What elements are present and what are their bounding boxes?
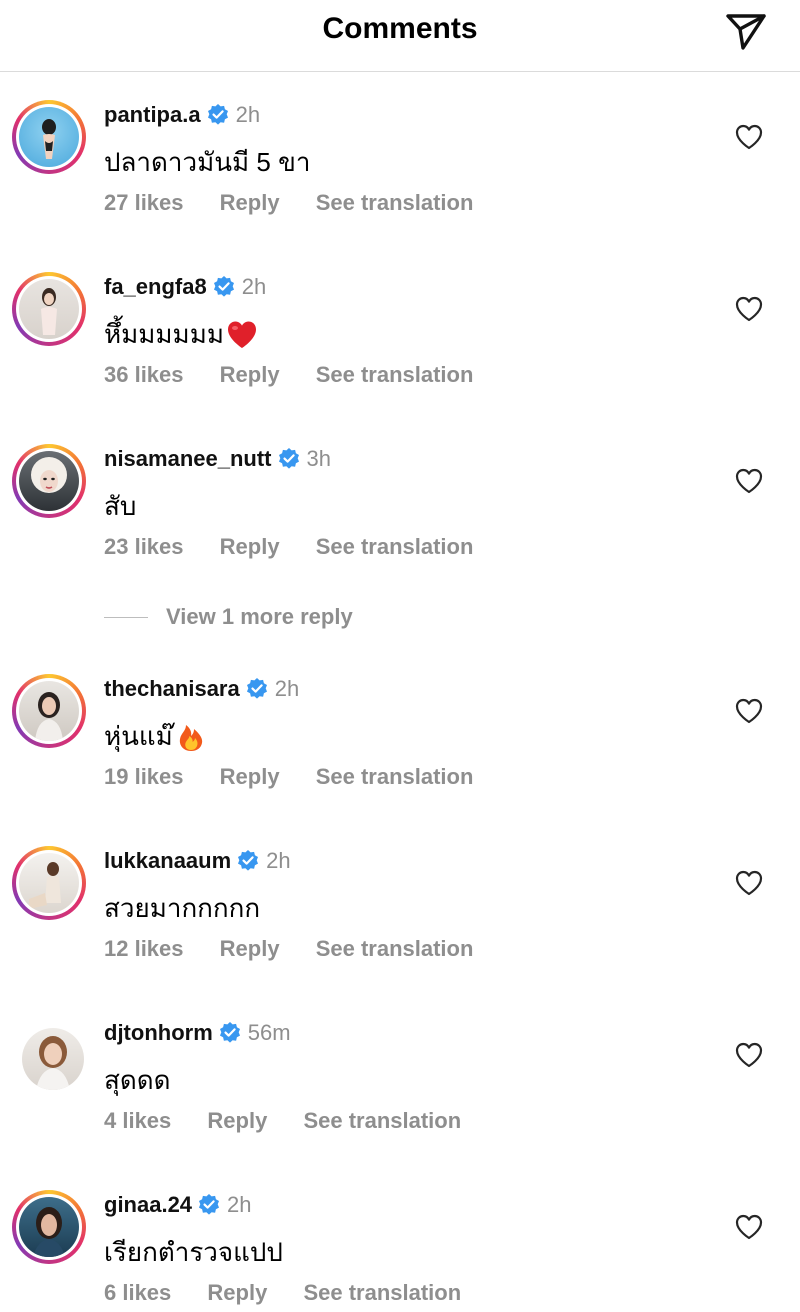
comment-text: สุดดด [104,1065,171,1095]
comment-item: fa_engfa8 2h หึ้มมมมมม 36 likes Reply Se… [0,244,800,394]
verified-badge-icon [198,1194,221,1216]
reply-button[interactable]: Reply [220,764,280,789]
see-translation-button[interactable]: See translation [303,1108,461,1133]
comment-text: สับ [104,491,137,521]
username[interactable]: ginaa.24 [104,1192,192,1218]
comment-text: หุ่นแม๊ [104,721,173,751]
username[interactable]: nisamanee_nutt [104,446,272,472]
comment-text: ปลาดาวมันมี 5 ขา [104,147,311,177]
comment-time: 56m [247,1020,291,1045]
username[interactable]: lukkanaaum [104,848,231,874]
comment-item: pantipa.a 2h ปลาดาวมันมี 5 ขา 27 likes R… [0,72,800,222]
see-translation-button[interactable]: See translation [316,362,474,387]
avatar[interactable] [12,444,86,518]
view-more-replies-label: View 1 more reply [166,604,353,629]
see-translation-button[interactable]: See translation [303,1280,461,1305]
likes-count[interactable]: 23 likes [104,534,184,559]
avatar[interactable] [12,1190,86,1264]
heart-icon[interactable] [734,868,764,898]
username[interactable]: fa_engfa8 [104,274,207,300]
see-translation-button[interactable]: See translation [316,534,474,559]
likes-count[interactable]: 6 likes [104,1280,171,1305]
comment-text: หึ้มมมมมม [104,319,224,349]
likes-count[interactable]: 36 likes [104,362,184,387]
avatar[interactable] [12,1018,86,1092]
avatar[interactable] [12,272,86,346]
reply-button[interactable]: Reply [220,534,280,559]
likes-count[interactable]: 12 likes [104,936,184,961]
comment-time: 3h [306,446,331,471]
heart-icon[interactable] [734,696,764,726]
comment-item: thechanisara 2h หุ่นแม๊ 19 likes Reply S… [0,646,800,796]
comment-item: lukkanaaum 2h สวยมากกกกก 12 likes Reply … [0,818,800,968]
likes-count[interactable]: 4 likes [104,1108,171,1133]
comment-text: สวยมากกกกก [104,893,261,923]
reply-button[interactable]: Reply [207,1108,267,1133]
see-translation-button[interactable]: See translation [316,936,474,961]
comment-item: djtonhorm 56m สุดดด 4 likes Reply See tr… [0,990,800,1140]
paper-plane-icon[interactable] [722,8,770,52]
heart-icon[interactable] [734,122,764,152]
verified-badge-icon [237,850,260,872]
avatar[interactable] [12,674,86,748]
avatar[interactable] [12,100,86,174]
heart-icon[interactable] [734,466,764,496]
reply-button[interactable]: Reply [220,362,280,387]
heart-icon[interactable] [734,1040,764,1070]
comment-item: ginaa.24 2h เรียกตำรวจแปป 6 likes Reply … [0,1162,800,1312]
comment-time: 2h [266,848,291,873]
verified-badge-icon [218,1022,241,1044]
fire-emoji [179,724,203,751]
comment-time: 2h [227,1192,252,1217]
avatar[interactable] [12,846,86,920]
reply-button[interactable]: Reply [207,1280,267,1305]
header-bar: Comments [0,0,800,72]
reply-button[interactable]: Reply [220,936,280,961]
likes-count[interactable]: 19 likes [104,764,184,789]
red-heart-emoji [227,321,256,348]
comment-text: เรียกตำรวจแปป [104,1237,283,1267]
divider [104,616,148,618]
verified-badge-icon [277,448,300,470]
reply-button[interactable]: Reply [220,190,280,215]
comment-item: nisamanee_nutt 3h สับ 23 likes Reply See… [0,416,800,566]
verified-badge-icon [212,276,235,298]
see-translation-button[interactable]: See translation [316,764,474,789]
comment-time: 2h [274,676,300,701]
heart-icon[interactable] [734,294,764,324]
view-more-replies-button[interactable]: View 1 more reply [104,602,353,632]
verified-badge-icon [206,104,229,126]
username[interactable]: thechanisara [104,676,240,702]
username[interactable]: djtonhorm [104,1020,213,1046]
comment-time: 2h [235,102,261,127]
see-translation-button[interactable]: See translation [316,190,474,215]
comment-time: 2h [241,274,267,299]
username[interactable]: pantipa.a [104,102,201,128]
heart-icon[interactable] [734,1212,764,1242]
likes-count[interactable]: 27 likes [104,190,184,215]
page-title: Comments [322,12,478,45]
verified-badge-icon [245,678,268,700]
